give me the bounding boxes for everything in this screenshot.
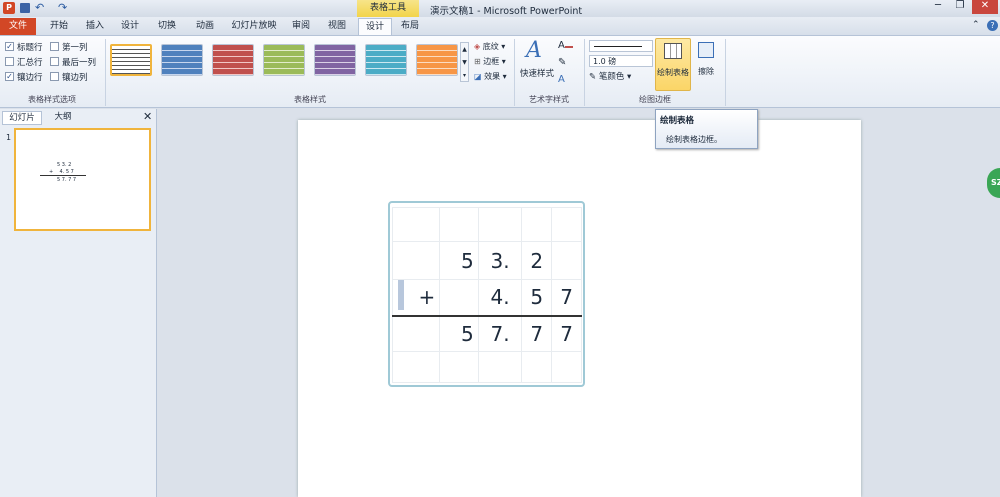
tab-transitions[interactable]: 切换: [150, 18, 184, 35]
banded-rows-checkbox[interactable]: ✓: [5, 72, 14, 81]
gallery-scroll[interactable]: ▲ ▼ ▾: [460, 42, 469, 82]
tab-slides[interactable]: 幻灯片: [2, 111, 42, 125]
slide-thumbnail[interactable]: 5 3. 2 + 4. 5 7 5 7. 7 7: [14, 128, 151, 231]
table-style-swatch-orange[interactable]: [416, 44, 458, 76]
close-panel-icon[interactable]: ✕: [143, 110, 152, 123]
undo-icon[interactable]: ↶: [35, 1, 44, 14]
ribbon-tab-bar: 文件 开始 插入 设计 切换 动画 幻灯片放映 审阅 视图 设计 布局 ? ⌃: [0, 17, 1000, 36]
effects-button[interactable]: ◪ 效果 ▾: [474, 71, 507, 83]
shading-icon: ◈: [474, 42, 481, 51]
draw-borders-group-label: 绘图边框: [639, 95, 671, 104]
eraser-icon: [698, 42, 714, 58]
text-cursor: [398, 280, 404, 310]
ribbon: ✓ 标题行 第一列 汇总行 最后一列 ✓ 镶边行 镶边列 表格样式选项 ▲ ▼ ▾ …: [0, 35, 1000, 108]
banded-columns-label: 镶边列: [62, 73, 88, 83]
floating-badge[interactable]: SZ: [987, 168, 1000, 198]
thumbnail-line-3: 5 7. 7 7: [57, 177, 77, 183]
tab-table-layout[interactable]: 布局: [394, 18, 426, 35]
tab-table-design[interactable]: 设计: [358, 18, 392, 36]
first-column-label: 第一列: [62, 43, 88, 53]
tab-outline[interactable]: 大纲: [44, 111, 82, 125]
tab-insert[interactable]: 插入: [80, 18, 110, 35]
quick-styles-icon[interactable]: A: [526, 38, 542, 63]
window-title: 演示文稿1 - Microsoft PowerPoint: [430, 6, 583, 17]
table-style-swatch-blue[interactable]: [161, 44, 203, 76]
draw-table-button[interactable]: 绘制表格: [655, 38, 691, 91]
total-row-checkbox[interactable]: [5, 57, 14, 66]
tooltip: 绘制表格 绘制表格边框。: [655, 109, 758, 149]
shading-button[interactable]: ◈ 底纹 ▾: [474, 41, 505, 53]
tab-file[interactable]: 文件: [0, 18, 36, 35]
tab-slideshow[interactable]: 幻灯片放映: [226, 18, 282, 35]
tab-design[interactable]: 设计: [114, 18, 146, 35]
slide-panel: 幻灯片 大纲 ✕ 1 5 3. 2 + 4. 5 7 5 7. 7 7: [0, 109, 157, 497]
last-column-label: 最后一列: [62, 58, 97, 68]
header-row-label: 标题行: [17, 43, 43, 53]
pen-color-button[interactable]: ✎ 笔颜色 ▾: [589, 70, 631, 82]
options-group-label: 表格样式选项: [28, 95, 76, 104]
borders-icon: ⊞: [474, 57, 481, 66]
collapse-ribbon-icon[interactable]: ⌃: [972, 20, 980, 30]
text-outline-icon[interactable]: ✎: [558, 57, 566, 68]
table-style-swatch-purple[interactable]: [314, 44, 356, 76]
styles-group-label: 表格样式: [294, 95, 326, 104]
quick-styles-label[interactable]: 快速样式: [520, 67, 554, 79]
pen-style-dropdown[interactable]: [589, 40, 653, 52]
text-effects-icon[interactable]: A: [558, 74, 565, 85]
table-row: +4. 5 7: [391, 279, 582, 316]
last-column-checkbox[interactable]: [50, 57, 59, 66]
restore-button[interactable]: ❐: [950, 0, 970, 14]
banded-rows-label: 镶边行: [17, 73, 43, 83]
tab-home[interactable]: 开始: [42, 18, 76, 35]
save-icon[interactable]: [20, 3, 30, 13]
title-bar: P ↶ ↷ 表格工具 演示文稿1 - Microsoft PowerPoint …: [0, 0, 1000, 17]
table-row: [391, 207, 582, 242]
wordart-group-label: 艺术字样式: [529, 95, 569, 104]
text-fill-icon[interactable]: A: [558, 40, 573, 51]
slide-number: 1: [6, 133, 12, 142]
table-frame[interactable]: 5 3. 2 +4. 5 7 5 7. 7 7: [388, 201, 585, 387]
help-icon[interactable]: ?: [987, 20, 998, 31]
header-row-checkbox[interactable]: ✓: [5, 42, 14, 51]
tab-animations[interactable]: 动画: [188, 18, 222, 35]
close-button[interactable]: ✕: [972, 0, 998, 14]
table-row: 5 3. 2: [391, 241, 582, 280]
redo-icon[interactable]: ↷: [58, 1, 67, 14]
data-table[interactable]: 5 3. 2 +4. 5 7 5 7. 7 7: [391, 207, 582, 383]
tab-view[interactable]: 视图: [320, 18, 354, 35]
tab-review[interactable]: 审阅: [286, 18, 316, 35]
table-row: 5 7. 7 7: [391, 315, 582, 352]
tooltip-body: 绘制表格边框。: [666, 135, 722, 144]
borders-button[interactable]: ⊞ 边框 ▾: [474, 56, 506, 68]
minimize-button[interactable]: ─: [928, 0, 948, 14]
table-style-swatch-teal[interactable]: [365, 44, 407, 76]
table-row: [391, 351, 582, 383]
effects-icon: ◪: [474, 72, 482, 81]
tooltip-title: 绘制表格: [660, 116, 695, 126]
total-row-label: 汇总行: [17, 58, 43, 68]
banded-columns-checkbox[interactable]: [50, 72, 59, 81]
slide-canvas[interactable]: 5 3. 2 +4. 5 7 5 7. 7 7: [298, 120, 861, 497]
pen-weight-dropdown[interactable]: 1.0 磅: [589, 55, 653, 67]
first-column-checkbox[interactable]: [50, 42, 59, 51]
table-style-swatch-red[interactable]: [212, 44, 254, 76]
table-style-swatch-green[interactable]: [263, 44, 305, 76]
eraser-button[interactable]: 擦除: [693, 38, 719, 91]
draw-table-icon: [664, 43, 682, 59]
contextual-tab-group: 表格工具: [357, 0, 419, 17]
app-icon[interactable]: P: [3, 2, 15, 14]
thumbnail-line-1: 5 3. 2: [57, 162, 72, 168]
pen-icon: ✎: [589, 72, 597, 82]
table-style-swatch-plain[interactable]: [110, 44, 152, 76]
